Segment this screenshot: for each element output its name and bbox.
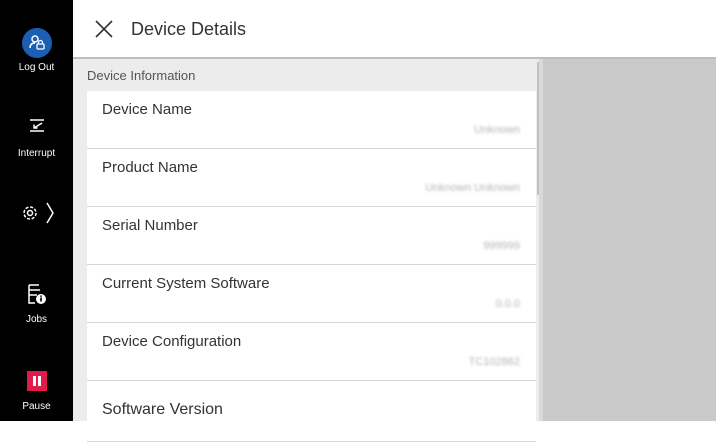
close-button[interactable] (93, 18, 115, 40)
sidebar: Log Out Interrupt Jobs Pause (0, 0, 73, 421)
jobs-label: Jobs (25, 314, 48, 325)
interrupt-button[interactable]: Interrupt (0, 116, 73, 159)
section-header: Device Information (73, 59, 539, 91)
row-device-configuration[interactable]: Device Configuration TC102862 (87, 323, 536, 381)
pause-label: Pause (22, 401, 51, 412)
header-bar: Device Details (73, 0, 716, 59)
interrupt-label: Interrupt (17, 148, 56, 159)
jobs-info-icon (0, 282, 73, 306)
section-label: Device Information (87, 68, 196, 83)
row-current-system-software[interactable]: Current System Software 0.0.0 (87, 265, 536, 323)
device-info-list: Device Name Unknown Product Name Unknown… (87, 91, 536, 442)
device-settings-button[interactable] (0, 202, 73, 229)
page-title: Device Details (131, 19, 247, 39)
close-icon (95, 20, 113, 38)
row-software-version[interactable]: Software Version (87, 381, 536, 442)
row-label: Product Name (102, 159, 198, 176)
chevron-right-icon (45, 202, 54, 229)
row-label: Serial Number (102, 217, 198, 234)
row-serial-number[interactable]: Serial Number 999999 (87, 207, 536, 265)
row-device-name[interactable]: Device Name Unknown (87, 91, 536, 149)
row-value: TC102862 (468, 356, 520, 368)
logout-label: Log Out (18, 62, 55, 73)
pause-icon (26, 371, 47, 391)
jobs-button[interactable]: Jobs (0, 282, 73, 325)
detail-area (543, 59, 716, 421)
logout-user-icon (21, 28, 52, 58)
row-label: Device Name (102, 101, 193, 118)
row-value: Unknown (474, 124, 520, 136)
gear-icon (20, 203, 40, 228)
interrupt-icon (0, 116, 73, 136)
pause-button[interactable]: Pause (0, 371, 73, 412)
row-value: 999999 (483, 240, 520, 252)
row-product-name[interactable]: Product Name Unknown Unknown (87, 149, 536, 207)
row-value: 0.0.0 (495, 298, 520, 310)
row-label: Software Version (102, 401, 223, 418)
row-label: Device Configuration (102, 333, 242, 350)
logout-button[interactable]: Log Out (0, 28, 73, 73)
device-info-panel: Device Information Device Name Unknown P… (73, 59, 540, 442)
row-label: Current System Software (102, 275, 270, 292)
row-value: Unknown Unknown (425, 182, 520, 194)
